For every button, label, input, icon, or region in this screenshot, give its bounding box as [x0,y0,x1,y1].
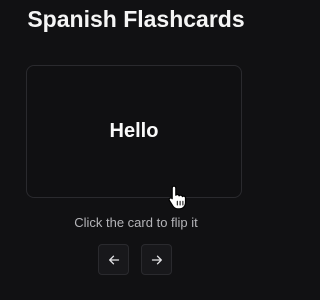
arrow-left-icon [108,255,119,264]
page-title: Spanish Flashcards [27,6,245,32]
flip-hint: Click the card to flip it [74,215,198,230]
flashcard-word: Hello [109,120,159,142]
flashcard[interactable]: Hello [26,65,242,198]
previous-card-button[interactable] [98,244,129,275]
next-card-button[interactable] [141,244,172,275]
arrow-right-icon [151,255,162,264]
